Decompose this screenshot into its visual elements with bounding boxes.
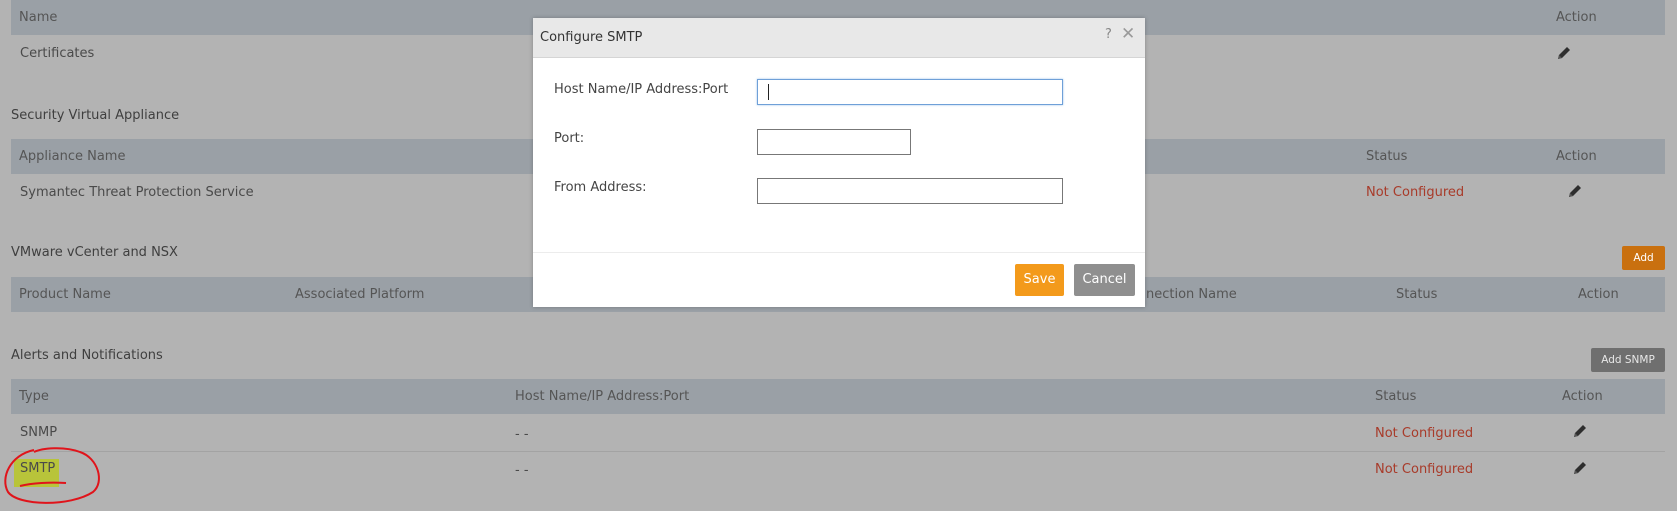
host-input[interactable] bbox=[757, 79, 1063, 105]
row-host: - - bbox=[515, 463, 529, 478]
port-input[interactable] bbox=[757, 129, 911, 155]
row-type: SNMP bbox=[20, 425, 58, 440]
sva-section-title: Security Virtual Appliance bbox=[11, 108, 180, 123]
status-badge: Not Configured bbox=[1366, 185, 1465, 200]
column-action: Action bbox=[1556, 10, 1597, 25]
column-product-name: Product Name bbox=[19, 287, 111, 302]
add-snmp-button[interactable]: Add SNMP bbox=[1591, 348, 1665, 372]
from-address-label: From Address: bbox=[554, 180, 647, 195]
column-action: Action bbox=[1578, 287, 1619, 302]
row-divider bbox=[11, 451, 1665, 452]
close-icon[interactable]: ✕ bbox=[1121, 24, 1135, 44]
column-status: Status bbox=[1375, 389, 1417, 404]
edit-pencil-icon[interactable] bbox=[1571, 459, 1589, 477]
column-type: Type bbox=[19, 389, 49, 404]
status-badge: Not Configured bbox=[1375, 426, 1474, 441]
status-badge: Not Configured bbox=[1375, 462, 1474, 477]
host-label: Host Name/IP Address:Port bbox=[554, 82, 729, 97]
column-action: Action bbox=[1562, 389, 1603, 404]
settings-page: Name Action Certificates Security Virtua… bbox=[0, 0, 1677, 511]
add-button[interactable]: Add bbox=[1622, 246, 1665, 270]
row-host: - - bbox=[515, 427, 529, 442]
column-associated-platform: Associated Platform bbox=[295, 287, 425, 302]
certificates-name: Certificates bbox=[20, 46, 95, 61]
dialog-title: Configure SMTP bbox=[540, 30, 643, 45]
port-label: Port: bbox=[554, 131, 585, 146]
sva-appliance-name: Symantec Threat Protection Service bbox=[20, 185, 254, 200]
help-icon[interactable]: ? bbox=[1105, 27, 1112, 42]
cancel-button[interactable]: Cancel bbox=[1074, 264, 1135, 296]
column-appliance-name: Appliance Name bbox=[19, 149, 126, 164]
edit-pencil-icon[interactable] bbox=[1566, 182, 1584, 200]
column-host: Host Name/IP Address:Port bbox=[515, 389, 690, 404]
from-address-input[interactable] bbox=[757, 178, 1063, 204]
column-status: Status bbox=[1366, 149, 1408, 164]
row-type: SMTP bbox=[20, 461, 56, 476]
alerts-section-title: Alerts and Notifications bbox=[11, 348, 163, 363]
dialog-footer-divider bbox=[533, 252, 1145, 253]
alerts-table-header: Type Host Name/IP Address:Port Status Ac… bbox=[11, 379, 1665, 414]
column-action: Action bbox=[1556, 149, 1597, 164]
edit-pencil-icon[interactable] bbox=[1571, 422, 1589, 440]
save-button[interactable]: Save bbox=[1015, 264, 1064, 296]
column-name: Name bbox=[19, 10, 58, 25]
edit-pencil-icon[interactable] bbox=[1555, 44, 1573, 62]
configure-smtp-dialog: Configure SMTP ? ✕ Host Name/IP Address:… bbox=[533, 18, 1145, 307]
column-connection-name: nection Name bbox=[1146, 287, 1237, 302]
text-cursor bbox=[768, 84, 769, 100]
dialog-header: Configure SMTP ? ✕ bbox=[533, 18, 1145, 58]
column-status: Status bbox=[1396, 287, 1438, 302]
vcenter-section-title: VMware vCenter and NSX bbox=[11, 245, 178, 260]
